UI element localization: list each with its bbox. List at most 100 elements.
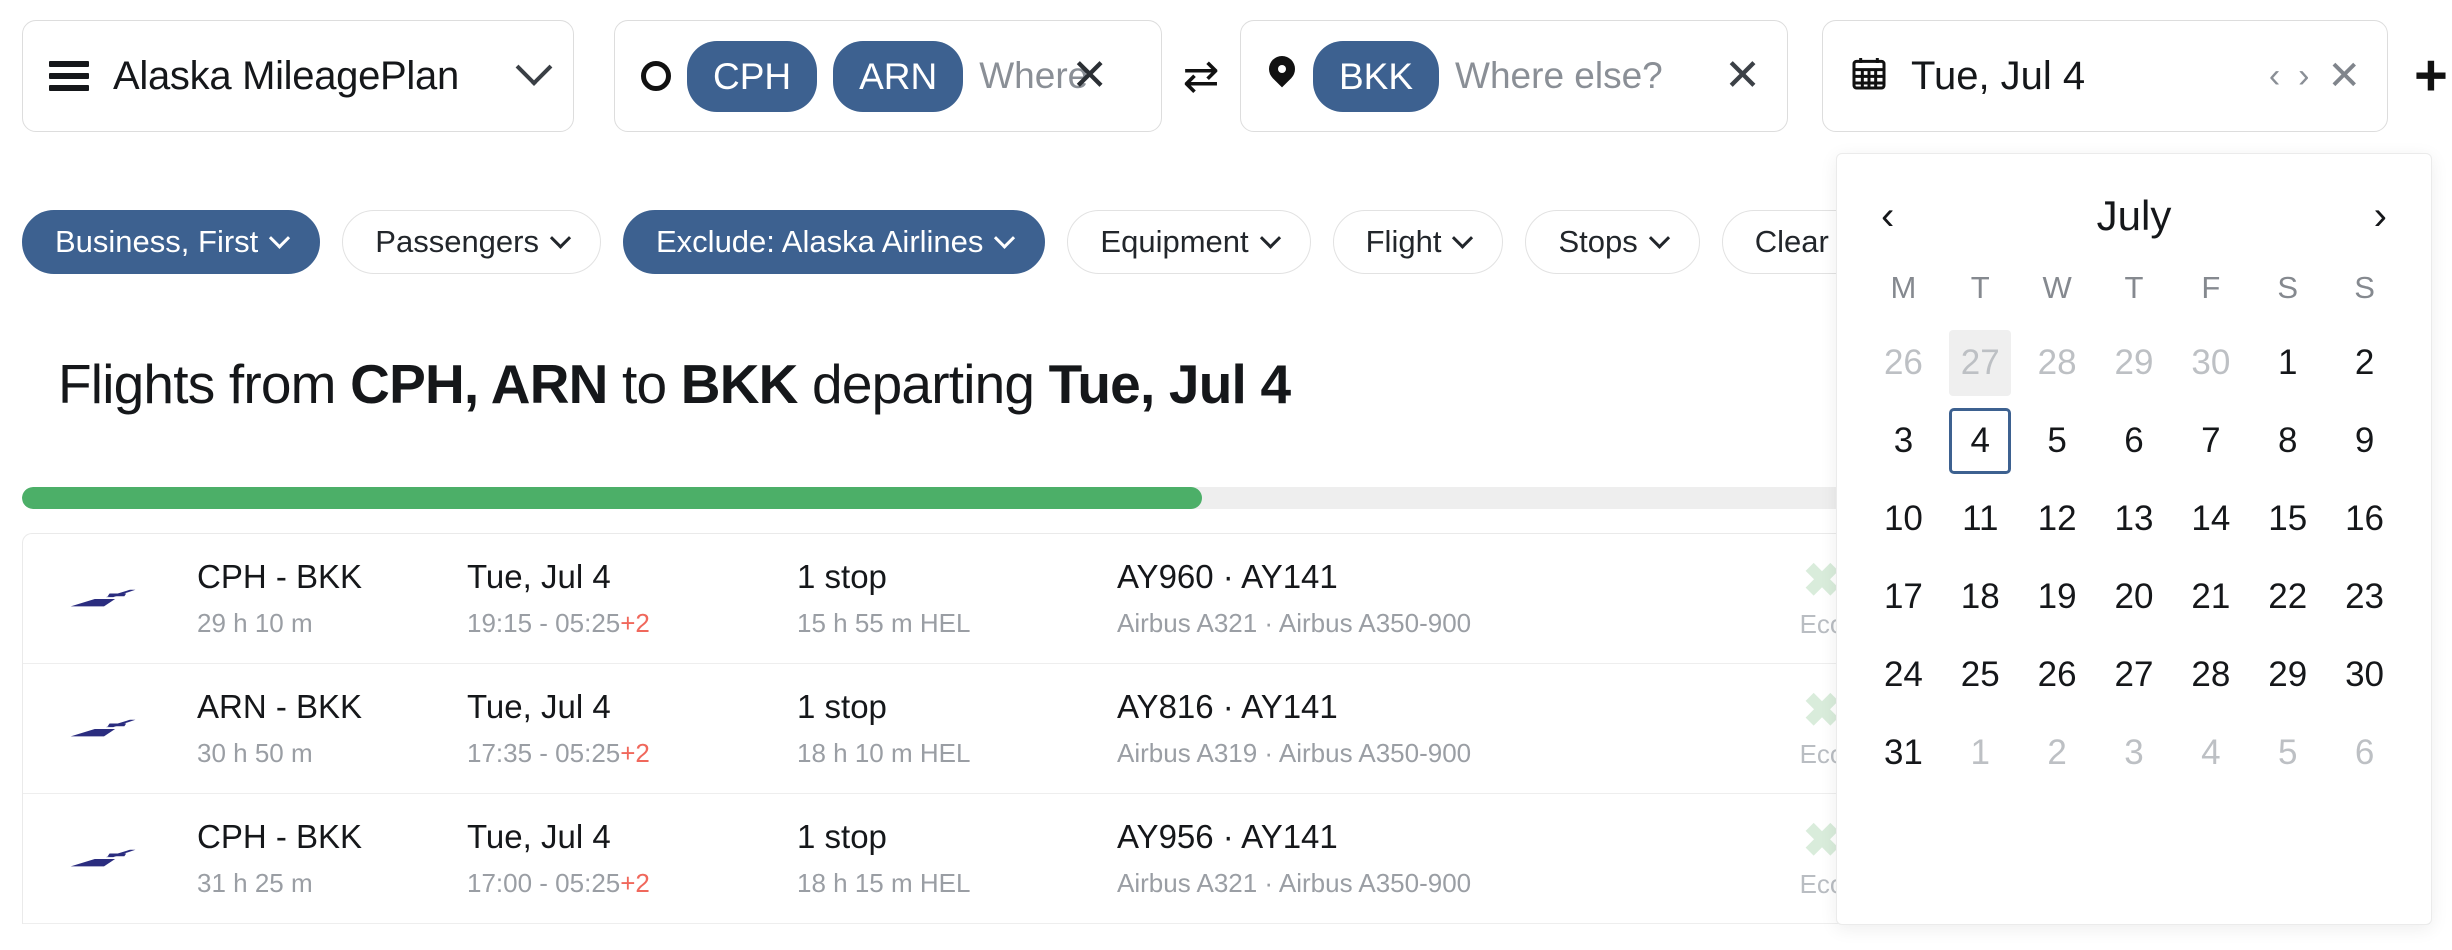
calendar-day-26[interactable]: 26 [1865, 324, 1942, 402]
heading-suffix: departing [797, 353, 1049, 415]
filter-chip-business-first[interactable]: Business, First [22, 210, 321, 274]
calendar-day-label: 3 [1893, 421, 1914, 460]
calendar-day-28[interactable]: 28 [2019, 324, 2096, 402]
destination-placeholder: Where else? [1455, 55, 1663, 96]
date-clear-icon[interactable]: ✕ [2327, 56, 2361, 96]
calendar-day-9[interactable]: 9 [2326, 402, 2403, 480]
finnair-logo [70, 719, 136, 736]
calendar-day-label: 1 [2277, 343, 2298, 382]
origin-code-chip-cph[interactable]: CPH [687, 40, 818, 112]
times-label: 17:00 - 05:25+2 [467, 868, 650, 898]
calendar-day-21[interactable]: 21 [2172, 558, 2249, 636]
departure-date-label: Tue, Jul 4 [467, 558, 611, 595]
date-picker-popup: ‹ July › MTWTFSS 26 27 28 29 30 1 2 3 4 5 6 7 8 9 10 11… [1836, 153, 2432, 925]
origin-field[interactable]: CPH ARN Where else? ✕ [614, 20, 1162, 132]
calendar-day-25[interactable]: 25 [1942, 636, 2019, 714]
flight-numbers-label: AY960 · AY141 [1117, 558, 1338, 595]
date-value: Tue, Jul 4 [1911, 53, 2086, 98]
calendar-day-29[interactable]: 29 [2249, 636, 2326, 714]
chevron-down-icon[interactable] [515, 49, 553, 86]
account-selector[interactable]: Alaska MileagePlan [22, 20, 574, 132]
calendar-day-5[interactable]: 5 [2249, 714, 2326, 792]
calendar-day-24[interactable]: 24 [1865, 636, 1942, 714]
flight-numbers-cell: AY960 · AY141 Airbus A321 · Airbus A350-9… [1117, 558, 1737, 639]
calendar-day-7[interactable]: 7 [2172, 402, 2249, 480]
calendar-day-grid: 26 27 28 29 30 1 2 3 4 5 6 7 8 9 10 11 12 13 14 15 16 17 18 19 2… [1865, 324, 2403, 792]
calendar-day-10[interactable]: 10 [1865, 480, 1942, 558]
calendar-day-label: 13 [2114, 499, 2154, 538]
date-field[interactable]: Tue, Jul 4 ‹ › ✕ [1822, 20, 2388, 132]
calendar-day-4[interactable]: 4 [1942, 402, 2019, 480]
heading-destination: BKK [680, 353, 799, 415]
calendar-day-30[interactable]: 30 [2172, 324, 2249, 402]
hamburger-icon[interactable] [49, 61, 89, 91]
calendar-next-month-icon[interactable]: › [2374, 196, 2387, 236]
map-pin-icon [1267, 56, 1297, 96]
calendar-day-label: 10 [1883, 499, 1923, 538]
filter-chip-stops[interactable]: Stops [1525, 210, 1700, 274]
calendar-day-3[interactable]: 3 [1865, 402, 1942, 480]
origin-clear-icon[interactable]: ✕ [1071, 54, 1108, 98]
calendar-day-13[interactable]: 13 [2096, 480, 2173, 558]
account-selector-inner: Alaska MileagePlan [49, 54, 459, 99]
calendar-day-30[interactable]: 30 [2326, 636, 2403, 714]
calendar-day-6[interactable]: 6 [2326, 714, 2403, 792]
calendar-day-20[interactable]: 20 [2096, 558, 2173, 636]
calendar-day-16[interactable]: 16 [2326, 480, 2403, 558]
calendar-day-19[interactable]: 19 [2019, 558, 2096, 636]
calendar-day-4[interactable]: 4 [2172, 714, 2249, 792]
chevron-down-icon [1452, 227, 1474, 249]
route-label: ARN - BKK [197, 688, 363, 725]
origin-code-chip-arn[interactable]: ARN [833, 40, 964, 112]
calendar-day-15[interactable]: 15 [2249, 480, 2326, 558]
calendar-day-31[interactable]: 31 [1865, 714, 1942, 792]
calendar-day-label: 21 [2191, 577, 2231, 616]
calendar-day-23[interactable]: 23 [2326, 558, 2403, 636]
calendar-day-17[interactable]: 17 [1865, 558, 1942, 636]
calendar-day-22[interactable]: 22 [2249, 558, 2326, 636]
filter-chip-passengers[interactable]: Passengers [342, 210, 601, 274]
calendar-day-label: 24 [1883, 655, 1923, 694]
calendar-day-27[interactable]: 27 [2096, 636, 2173, 714]
destination-field[interactable]: BKK Where else? ✕ [1240, 20, 1788, 132]
calendar-prev-month-icon[interactable]: ‹ [1881, 196, 1894, 236]
calendar-day-11[interactable]: 11 [1942, 480, 2019, 558]
calendar-day-label: 3 [2124, 733, 2144, 772]
duration-label: 30 h 50 m [197, 738, 313, 768]
calendar-day-label: 27 [1949, 330, 2012, 396]
calendar-day-8[interactable]: 8 [2249, 402, 2326, 480]
calendar-day-28[interactable]: 28 [2172, 636, 2249, 714]
airline-logo [67, 714, 197, 744]
calendar-day-2[interactable]: 2 [2326, 324, 2403, 402]
calendar-day-26[interactable]: 26 [2019, 636, 2096, 714]
flight-numbers-cell: AY956 · AY141 Airbus A321 · Airbus A350-9… [1117, 818, 1737, 899]
destination-clear-icon[interactable]: ✕ [1724, 54, 1761, 98]
calendar-day-2[interactable]: 2 [2019, 714, 2096, 792]
calendar-day-1[interactable]: 1 [2249, 324, 2326, 402]
date-next-icon[interactable]: › [2298, 59, 2309, 93]
calendar-day-12[interactable]: 12 [2019, 480, 2096, 558]
calendar-day-label: 28 [2191, 655, 2231, 694]
calendar-weekday-row: MTWTFSS [1865, 252, 2403, 324]
calendar-day-label: 16 [2345, 499, 2385, 538]
filter-chip-exclude-alaska-airlines[interactable]: Exclude: Alaska Airlines [623, 210, 1046, 274]
calendar-day-3[interactable]: 3 [2096, 714, 2173, 792]
calendar-day-29[interactable]: 29 [2096, 324, 2173, 402]
chevron-down-icon [549, 227, 572, 249]
filter-chip-equipment[interactable]: Equipment [1067, 210, 1311, 274]
layover-label: 18 h 15 m HEL [797, 868, 971, 898]
swap-arrows-icon[interactable]: ⇄ [1170, 51, 1232, 102]
filter-chip-label: Equipment [1100, 224, 1249, 259]
chevron-down-icon [994, 227, 1016, 249]
destination-code-chip-bkk[interactable]: BKK [1313, 40, 1440, 112]
filter-chip-flight[interactable]: Flight [1332, 210, 1504, 274]
calendar-day-6[interactable]: 6 [2096, 402, 2173, 480]
calendar-day-1[interactable]: 1 [1942, 714, 2019, 792]
calendar-day-14[interactable]: 14 [2172, 480, 2249, 558]
date-prev-icon[interactable]: ‹ [2269, 59, 2280, 93]
calendar-day-label: 29 [2114, 343, 2154, 382]
calendar-day-27[interactable]: 27 [1942, 324, 2019, 402]
calendar-day-18[interactable]: 18 [1942, 558, 2019, 636]
calendar-day-5[interactable]: 5 [2019, 402, 2096, 480]
add-segment-button[interactable]: + [2414, 47, 2448, 105]
